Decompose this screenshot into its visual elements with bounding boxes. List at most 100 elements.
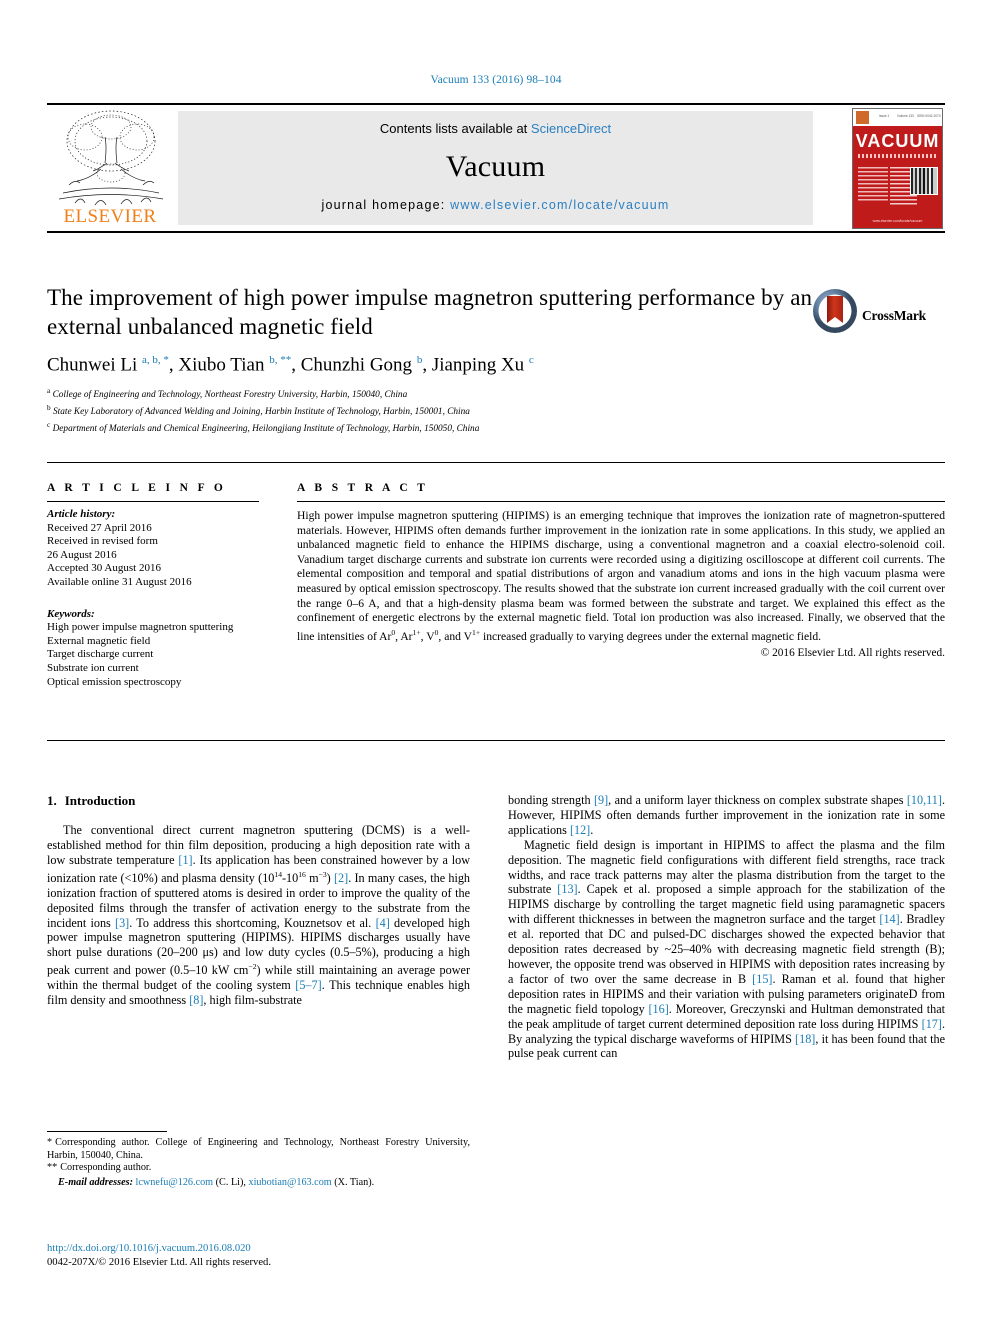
article-info-rule xyxy=(47,501,259,502)
citation-link[interactable]: [17] xyxy=(922,1017,942,1031)
citation-link[interactable]: [8] xyxy=(189,993,203,1007)
abstract-sup-4: 1+ xyxy=(472,627,481,637)
cover-microscopy-image xyxy=(910,167,938,195)
doi-block: http://dx.doi.org/10.1016/j.vacuum.2016.… xyxy=(47,1242,470,1269)
abstract-part-2: increased gradually to varying degrees u… xyxy=(480,629,822,643)
footnote-block: * Corresponding author. College of Engine… xyxy=(47,1131,470,1189)
citation-link[interactable]: [10,11] xyxy=(907,793,942,807)
article-history-item: Available online 31 August 2016 xyxy=(47,575,192,588)
body-paragraph: The conventional direct current magnetro… xyxy=(47,823,470,1008)
author-list: Chunwei Li a, b, *, Xiubo Tian b, **, Ch… xyxy=(47,354,827,376)
journal-homepage-link[interactable]: www.elsevier.com/locate/vacuum xyxy=(450,198,669,212)
journal-title: Vacuum xyxy=(445,150,546,183)
cover-journal-title: VACUUM xyxy=(855,131,940,151)
affiliation-text: College of Engineering and Technology, N… xyxy=(50,390,408,401)
email-link-2[interactable]: xiubotian@163.com xyxy=(248,1177,331,1188)
homepage-prefix: journal homepage: xyxy=(321,198,451,212)
citation-link[interactable]: [14] xyxy=(879,912,899,926)
keyword-items: High power impulse magnetron sputtering E… xyxy=(47,621,259,689)
abstract-column: A B S T R A C T High power impulse magne… xyxy=(297,482,945,659)
article-history-items: Received 27 April 2016 Received in revise… xyxy=(47,522,259,590)
citation-link[interactable]: [5–7] xyxy=(295,978,321,992)
cover-header-strip: Issue 1 Volume 133 ISSN 0042-207X xyxy=(853,109,942,126)
citation-link[interactable]: [13] xyxy=(557,882,577,896)
info-bottom-rule xyxy=(47,740,945,741)
author-name: Chunwei Li xyxy=(47,354,142,376)
superscript: 14 xyxy=(274,869,282,879)
cover-subtitle-lines xyxy=(858,154,937,158)
abstract-sup-2: 1+ xyxy=(412,627,421,637)
doi-link[interactable]: http://dx.doi.org/10.1016/j.vacuum.2016.… xyxy=(47,1242,470,1256)
affiliation-text: Department of Materials and Chemical Eng… xyxy=(50,424,480,435)
paragraph-text: bonding strength xyxy=(508,793,594,807)
article-info-heading: A R T I C L E I N F O xyxy=(47,482,227,494)
citation-link[interactable]: [15] xyxy=(752,972,772,986)
corresponding-author-2: ** Corresponding author. xyxy=(47,1162,470,1175)
introduction-number: 1. xyxy=(47,793,57,808)
author-separator: , xyxy=(291,354,301,376)
contents-prefix: Contents lists available at xyxy=(379,121,531,136)
email-link-1[interactable]: lcwnefu@126.com xyxy=(136,1177,214,1188)
keywords-label: Keywords: xyxy=(47,607,95,620)
paragraph-text: ) xyxy=(326,870,334,885)
sciencedirect-link[interactable]: ScienceDirect xyxy=(531,121,611,136)
elsevier-logo: ELSEVIER xyxy=(49,107,171,229)
abstract-copyright: © 2016 Elsevier Ltd. All rights reserved… xyxy=(760,647,945,660)
page-title: The improvement of high power impulse ma… xyxy=(47,285,813,339)
body-column-left: 1. Introduction The conventional direct c… xyxy=(47,793,470,1008)
abstract-text: High power impulse magnetron sputtering … xyxy=(297,509,945,644)
author-affiliation-mark: a, b, * xyxy=(142,354,169,366)
cover-left-textblock xyxy=(858,167,888,201)
corresponding-mark-2: ** xyxy=(47,1162,58,1174)
introduction-heading-label: Introduction xyxy=(64,793,136,808)
body-column-right: bonding strength [9], and a uniform laye… xyxy=(508,793,945,1061)
citation-link[interactable]: [9] xyxy=(594,793,608,807)
affiliation-text: State Key Laboratory of Advanced Welding… xyxy=(50,407,470,418)
superscript: −3 xyxy=(318,869,327,879)
body-paragraph: Magnetic field design is important in HI… xyxy=(508,838,945,1062)
citation-link[interactable]: [16] xyxy=(648,1002,668,1016)
citation-link[interactable]: [12] xyxy=(570,823,590,837)
citation-link[interactable]: [3] xyxy=(115,916,129,930)
superscript: −2 xyxy=(248,962,257,972)
body-paragraph: bonding strength [9], and a uniform laye… xyxy=(508,793,945,838)
article-history-label: Article history: xyxy=(47,508,116,520)
crossmark-badge[interactable]: CrossMark xyxy=(812,288,944,344)
keyword-item: External magnetic field xyxy=(47,634,151,647)
title-block: The improvement of high power impulse ma… xyxy=(47,283,827,436)
footnote-rule xyxy=(47,1131,167,1132)
abstract-part-1: High power impulse magnetron sputtering … xyxy=(297,509,945,643)
keyword-item: Optical emission spectroscopy xyxy=(47,675,182,688)
abstract-mid-2: , V xyxy=(420,629,435,643)
cover-elsevier-mark xyxy=(856,111,869,124)
article-history-item: Received in revised form xyxy=(47,535,158,548)
author-affiliation-mark: c xyxy=(528,354,534,366)
abstract-rule xyxy=(297,501,945,502)
citation-link[interactable]: [1] xyxy=(178,853,192,867)
author-name: Jianping Xu xyxy=(431,354,529,376)
citation-link[interactable]: [2] xyxy=(334,871,348,885)
paragraph-text: m xyxy=(305,870,319,885)
citation-link[interactable]: [18] xyxy=(795,1032,815,1046)
article-history-item: Received 27 April 2016 xyxy=(47,521,152,534)
paragraph-text: , and a uniform layer thickness on compl… xyxy=(608,793,907,807)
keyword-item: High power impulse magnetron sputtering xyxy=(47,621,234,634)
paper-page: Vacuum 133 (2016) 98–104 ELSEVIER Conten… xyxy=(0,0,992,1323)
journal-cover-thumbnail: Issue 1 Volume 133 ISSN 0042-207X VACUUM… xyxy=(852,108,943,229)
running-head: Vacuum 133 (2016) 98–104 xyxy=(430,74,562,86)
paragraph-text: -10 xyxy=(281,870,299,885)
article-history-block: Article history: Received 27 April 2016 R… xyxy=(47,508,259,590)
author-affiliation-mark: b, ** xyxy=(269,354,292,366)
crossmark-label: CrossMark xyxy=(862,308,926,323)
issn-copyright-line: 0042-207X/© 2016 Elsevier Ltd. All right… xyxy=(47,1256,272,1268)
contents-available-line: Contents lists available at ScienceDirec… xyxy=(178,121,813,136)
author-separator: , xyxy=(422,354,432,376)
citation-link[interactable]: [4] xyxy=(376,916,390,930)
article-history-item: 26 August 2016 xyxy=(47,548,117,561)
email-addresses-line: E-mail addresses: lcwnefu@126.com (C. Li… xyxy=(47,1177,470,1190)
info-top-rule xyxy=(47,462,945,463)
keyword-item: Substrate ion current xyxy=(47,661,139,674)
affiliation-list: a College of Engineering and Technology,… xyxy=(47,385,827,436)
affiliation-item: a College of Engineering and Technology,… xyxy=(47,385,827,402)
superscript: 16 xyxy=(298,869,306,879)
